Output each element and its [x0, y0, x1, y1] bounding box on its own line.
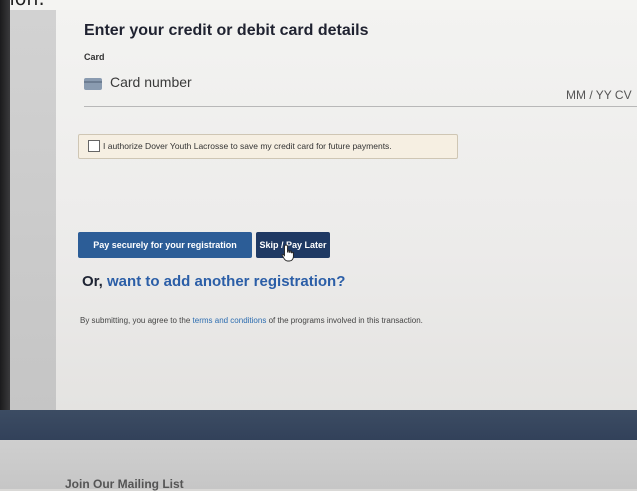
or-prefix: Or,: [82, 273, 108, 290]
pay-securely-button[interactable]: Pay securely for your registration: [78, 232, 252, 258]
footer: Join Our Mailing List: [0, 440, 637, 491]
terms-link[interactable]: terms and conditions: [193, 316, 267, 325]
credit-card-icon: [84, 78, 102, 90]
payment-panel: Enter your credit or debit card details …: [56, 10, 637, 410]
top-strip: tion:: [0, 0, 637, 10]
terms-notice: By submitting, you agree to the terms an…: [80, 316, 423, 325]
card-label: Card: [84, 52, 105, 62]
card-input-row[interactable]: Card number MM / YY CV: [84, 72, 637, 107]
expiry-cvc-input[interactable]: MM / YY CV: [566, 88, 632, 102]
save-card-checkbox[interactable]: [88, 140, 100, 152]
left-gutter: [10, 10, 56, 410]
page-title: Enter your credit or debit card details: [84, 22, 369, 39]
add-registration-link[interactable]: want to add another registration?: [107, 273, 345, 290]
terms-prefix: By submitting, you agree to the: [80, 316, 193, 325]
section-divider-band: [0, 410, 637, 440]
terms-suffix: of the programs involved in this transac…: [266, 316, 423, 325]
add-registration-prompt: Or, want to add another registration?: [82, 273, 345, 290]
authorization-label: I authorize Dover Youth Lacrosse to save…: [103, 141, 392, 151]
save-card-authorization[interactable]: I authorize Dover Youth Lacrosse to save…: [78, 134, 458, 159]
hand-cursor-icon: [281, 244, 294, 262]
card-number-input[interactable]: Card number: [110, 74, 192, 90]
